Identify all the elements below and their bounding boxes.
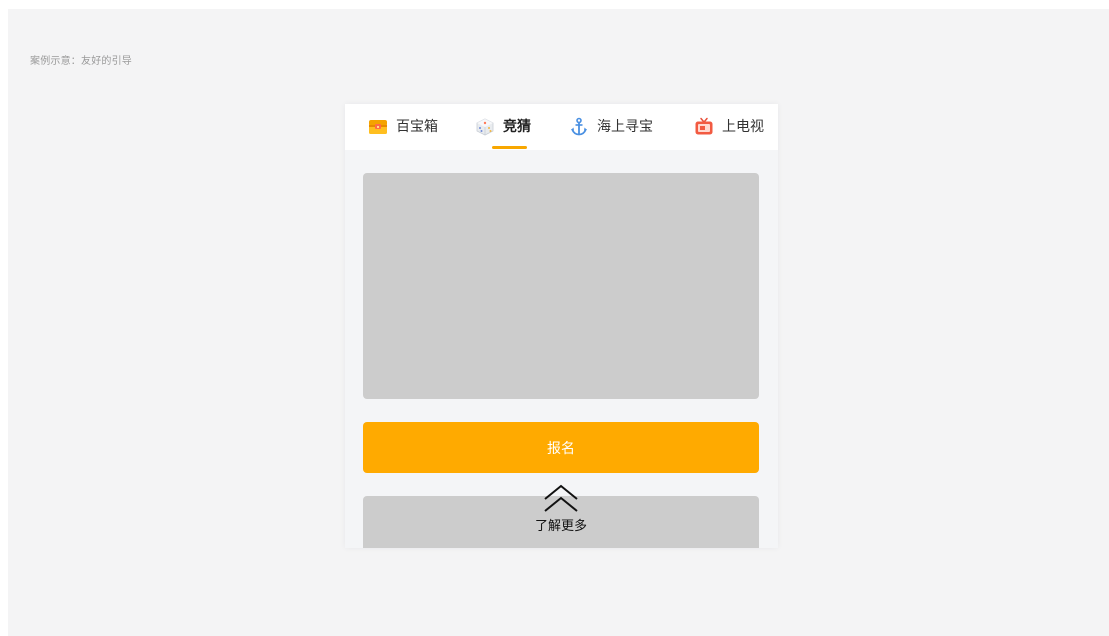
treasure-chest-icon <box>368 117 388 137</box>
tab-sea-treasure-hunt[interactable]: 海上寻宝 <box>569 104 653 150</box>
tv-icon <box>694 117 714 137</box>
tab-label: 百宝箱 <box>396 119 438 135</box>
tab-treasure-box[interactable]: 百宝箱 <box>368 104 438 150</box>
tab-label: 上电视 <box>722 119 764 135</box>
learn-more-link[interactable]: 了解更多 <box>511 518 611 536</box>
double-chevron-up-icon[interactable] <box>542 484 580 512</box>
phone-mockup: 百宝箱 竞猜 海上寻宝 上电视 报名 了解更多 <box>345 104 778 548</box>
tab-bar: 百宝箱 竞猜 海上寻宝 上电视 <box>345 104 778 150</box>
signup-button[interactable]: 报名 <box>363 422 759 473</box>
tab-on-tv[interactable]: 上电视 <box>694 104 764 150</box>
active-tab-indicator <box>492 146 527 149</box>
dice-icon <box>475 117 495 137</box>
tab-label: 竞猜 <box>503 119 531 135</box>
tab-quiz[interactable]: 竞猜 <box>475 104 531 150</box>
tab-label: 海上寻宝 <box>597 119 653 135</box>
anchor-icon <box>569 117 589 137</box>
banner-image-placeholder <box>363 173 759 399</box>
case-caption: 案例示意：友好的引导 <box>30 56 132 67</box>
